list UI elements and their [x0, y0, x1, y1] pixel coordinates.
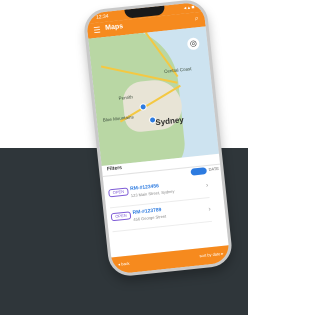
- locate-icon[interactable]: ◎: [186, 37, 200, 51]
- job-list: Filters DATE OPEN RM-#123456 123 Main St…: [101, 153, 229, 258]
- date-toggle[interactable]: [190, 167, 208, 176]
- list-title: Filters: [106, 164, 123, 173]
- status-badge: OPEN: [110, 211, 132, 222]
- status-badge: OPEN: [108, 187, 129, 198]
- chevron-right-icon: ›: [205, 182, 209, 190]
- phone-mockup: 12:34 ◂ ▴ ■ ☰ Maps ⌕ Central Coast Blue …: [82, 0, 234, 278]
- search-icon[interactable]: ⌕: [194, 15, 199, 23]
- back-button[interactable]: ◂ back: [118, 261, 130, 267]
- toggle-label: DATE: [208, 165, 220, 172]
- app-title: Maps: [104, 23, 124, 32]
- map-view[interactable]: Central Coast Blue Mountains Penrith Syd…: [88, 26, 219, 167]
- menu-icon[interactable]: ☰: [93, 25, 101, 35]
- chevron-right-icon: ›: [208, 205, 212, 214]
- sort-button[interactable]: sort by date ▸: [199, 251, 223, 258]
